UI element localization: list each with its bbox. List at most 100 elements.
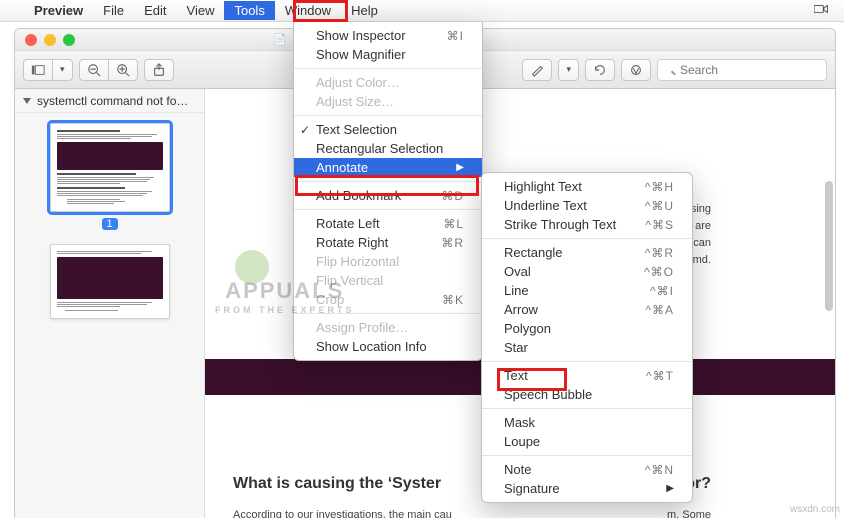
menu-shortcut: ^⌘I	[650, 284, 674, 298]
tools-item-label: Show Magnifier	[316, 47, 406, 62]
tools-item-show-magnifier[interactable]: Show Magnifier	[294, 45, 482, 64]
tools-item-label: Assign Profile…	[316, 320, 408, 335]
zoom-controls	[79, 59, 138, 81]
annotate-separator	[482, 238, 692, 239]
rotate-button[interactable]	[585, 59, 615, 81]
page-thumbnail-1[interactable]	[50, 123, 170, 212]
tools-item-rotate-right[interactable]: Rotate Right⌘R	[294, 233, 482, 252]
tools-item-label: Flip Horizontal	[316, 254, 399, 269]
tools-item-label: Annotate	[316, 160, 368, 175]
annotate-item-arrow[interactable]: Arrow^⌘A	[482, 300, 692, 319]
annotate-item-rectangle[interactable]: Rectangle ^⌘R	[482, 243, 692, 262]
search-field-wrap	[657, 59, 827, 81]
annotate-item-oval[interactable]: Oval^⌘O	[482, 262, 692, 281]
close-button[interactable]	[25, 34, 37, 46]
zoom-out-button[interactable]	[79, 59, 109, 81]
search-input[interactable]	[657, 59, 827, 81]
menubar-app-name[interactable]: Preview	[24, 1, 93, 20]
image-credit: wsxdn.com	[790, 504, 840, 515]
annotate-item-signature[interactable]: Signature ▶	[482, 479, 692, 498]
tools-item-text-selection[interactable]: ✓Text Selection	[294, 120, 482, 139]
view-mode-button[interactable]	[23, 59, 53, 81]
annotate-item-label: Highlight Text	[504, 179, 582, 194]
menu-shortcut: ^⌘T	[646, 369, 674, 383]
heading-2: What is causing the ‘Syster	[233, 475, 441, 493]
tools-item-annotate[interactable]: Annotate▶	[294, 158, 482, 177]
menubar-help[interactable]: Help	[341, 1, 388, 20]
menubar-edit[interactable]: Edit	[134, 1, 176, 20]
tools-item-rectangular-selection[interactable]: Rectangular Selection	[294, 139, 482, 158]
highlight-button[interactable]	[522, 59, 552, 81]
menubar-view[interactable]: View	[177, 1, 225, 20]
annotate-item-speech-bubble[interactable]: Speech Bubble	[482, 385, 692, 404]
annotate-item-underline-text[interactable]: Underline Text^⌘U	[482, 196, 692, 215]
annotate-item-label: Polygon	[504, 321, 551, 336]
tools-item-show-location-info[interactable]: Show Location Info	[294, 337, 482, 356]
disclosure-triangle-icon[interactable]	[23, 98, 31, 104]
traffic-lights	[15, 34, 75, 46]
sidebar-document-title: systemctl command not fo…	[37, 94, 188, 108]
annotate-item-highlight-text[interactable]: Highlight Text ^⌘H	[482, 177, 692, 196]
menu-shortcut: ^⌘O	[644, 265, 674, 279]
tools-separator	[294, 68, 482, 69]
annotate-item-mask[interactable]: Mask	[482, 413, 692, 432]
tools-item-show-inspector[interactable]: Show Inspector ⌘I	[294, 26, 482, 45]
check-icon: ✓	[300, 123, 310, 137]
annotate-item-label: Note	[504, 462, 531, 477]
annotate-separator	[482, 455, 692, 456]
tools-item-adjust-size-: Adjust Size…	[294, 92, 482, 111]
tools-item-label: Show Inspector	[316, 28, 406, 43]
minimize-button[interactable]	[44, 34, 56, 46]
annotate-item-label: Underline Text	[504, 198, 587, 213]
annotate-item-note[interactable]: Note ^⌘N	[482, 460, 692, 479]
annotate-item-label: Mask	[504, 415, 535, 430]
menu-shortcut: ^⌘R	[645, 246, 674, 260]
scrollbar-thumb[interactable]	[825, 181, 833, 311]
menu-shortcut: ⌘I	[447, 29, 464, 43]
annotate-item-label: Strike Through Text	[504, 217, 616, 232]
annotate-separator	[482, 361, 692, 362]
video-icon[interactable]	[814, 2, 834, 19]
sidebar-header[interactable]: systemctl command not fo…	[15, 89, 204, 113]
menu-shortcut: ⌘R	[441, 236, 464, 250]
annotate-item-loupe[interactable]: Loupe	[482, 432, 692, 451]
scrollbar-track[interactable]	[825, 181, 833, 510]
zoom-in-button[interactable]	[108, 59, 138, 81]
annotate-item-strike-through-text[interactable]: Strike Through Text^⌘S	[482, 215, 692, 234]
tools-separator	[294, 115, 482, 116]
annotate-separator	[482, 408, 692, 409]
annotate-item-line[interactable]: Line^⌘I	[482, 281, 692, 300]
sidebar-view-control: ▾	[23, 59, 73, 81]
share-button[interactable]	[144, 59, 174, 81]
annotate-item-text[interactable]: Text^⌘T	[482, 366, 692, 385]
annotate-item-label: Rectangle	[504, 245, 563, 260]
page-thumbnail-2[interactable]	[50, 244, 170, 319]
annotate-item-star[interactable]: Star	[482, 338, 692, 357]
tools-item-add-bookmark[interactable]: Add Bookmark⌘D	[294, 186, 482, 205]
annotate-item-label: Loupe	[504, 434, 540, 449]
watermark-icon	[235, 250, 269, 284]
menubar-window[interactable]: Window	[275, 1, 341, 20]
menubar-file[interactable]: File	[93, 1, 134, 20]
annotate-submenu: Highlight Text^⌘HUnderline Text^⌘UStrike…	[481, 172, 693, 503]
thumbnails-sidebar: systemctl command not fo… 1	[15, 89, 205, 518]
maximize-button[interactable]	[63, 34, 75, 46]
menu-shortcut: ⌘K	[442, 293, 464, 307]
menubar-tools[interactable]: Tools	[224, 1, 274, 20]
tools-item-adjust-color-: Adjust Color…	[294, 73, 482, 92]
tools-item-rotate-left[interactable]: Rotate Left⌘L	[294, 214, 482, 233]
tools-item-flip-horizontal: Flip Horizontal	[294, 252, 482, 271]
menu-shortcut: ^⌘N	[645, 463, 674, 477]
document-proxy-icon[interactable]: 📄	[273, 33, 287, 46]
annotate-item-polygon[interactable]: Polygon	[482, 319, 692, 338]
markup-button[interactable]	[621, 59, 651, 81]
body-text: m. Some	[667, 507, 711, 518]
highlight-chevron[interactable]: ▾	[558, 59, 579, 81]
menu-shortcut: ^⌘H	[645, 180, 674, 194]
submenu-arrow-icon: ▶	[666, 483, 674, 494]
menu-shortcut: ^⌘A	[645, 303, 674, 317]
macos-menubar: Preview File Edit View Tools Window Help	[0, 0, 844, 22]
view-mode-chevron[interactable]: ▾	[52, 59, 73, 81]
annotate-item-label: Signature	[504, 481, 560, 496]
tools-item-label: Add Bookmark	[316, 188, 401, 203]
